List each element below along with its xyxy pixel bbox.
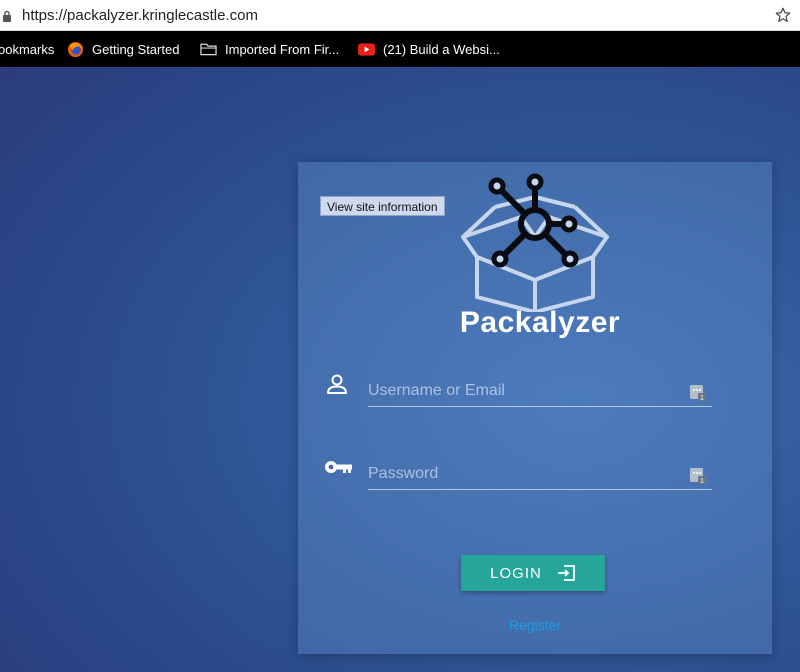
- youtube-icon: [358, 42, 375, 56]
- bookmark-getting-started[interactable]: Getting Started: [67, 31, 179, 67]
- login-icon: [557, 565, 575, 581]
- password-input[interactable]: [368, 464, 668, 483]
- bookmark-label: Getting Started: [92, 41, 180, 57]
- bookmark-label: (21) Build a Websi...: [383, 41, 500, 57]
- address-bar: https://packalyzer.kringlecastle.com: [0, 0, 800, 31]
- password-manager-icon[interactable]: 1: [690, 466, 706, 484]
- bookmark-label: Imported From Fir...: [225, 41, 340, 57]
- key-icon: [325, 461, 352, 473]
- packalyzer-logo-icon: [461, 173, 609, 312]
- login-button[interactable]: LOGIN: [461, 555, 605, 591]
- bookmarks-bar: ookmarks Getting Started Imported From F…: [0, 31, 800, 67]
- app-title: Packalyzer: [459, 306, 621, 339]
- lock-icon[interactable]: [2, 10, 12, 22]
- bookmark-imported[interactable]: Imported From Fir...: [200, 31, 339, 67]
- username-input[interactable]: [368, 381, 668, 400]
- user-icon: [327, 374, 347, 394]
- login-label: LOGIN: [490, 564, 542, 582]
- svg-text:1: 1: [700, 478, 704, 484]
- username-field[interactable]: 1: [368, 375, 712, 407]
- firefox-icon: [67, 41, 84, 57]
- site-info-tooltip: View site information: [320, 196, 445, 216]
- bookmark-youtube[interactable]: (21) Build a Websi...: [358, 31, 500, 67]
- bookmark-label: ookmarks: [0, 41, 55, 57]
- password-manager-icon[interactable]: 1: [690, 383, 706, 401]
- register-link[interactable]: Register: [440, 617, 630, 633]
- url-field[interactable]: https://packalyzer.kringlecastle.com: [22, 7, 258, 24]
- bookmark-star-icon[interactable]: [774, 6, 792, 24]
- bookmark-bookmarks[interactable]: ookmarks: [0, 31, 54, 67]
- svg-text:1: 1: [700, 395, 704, 401]
- folder-icon: [200, 43, 217, 56]
- password-field[interactable]: 1: [368, 458, 712, 490]
